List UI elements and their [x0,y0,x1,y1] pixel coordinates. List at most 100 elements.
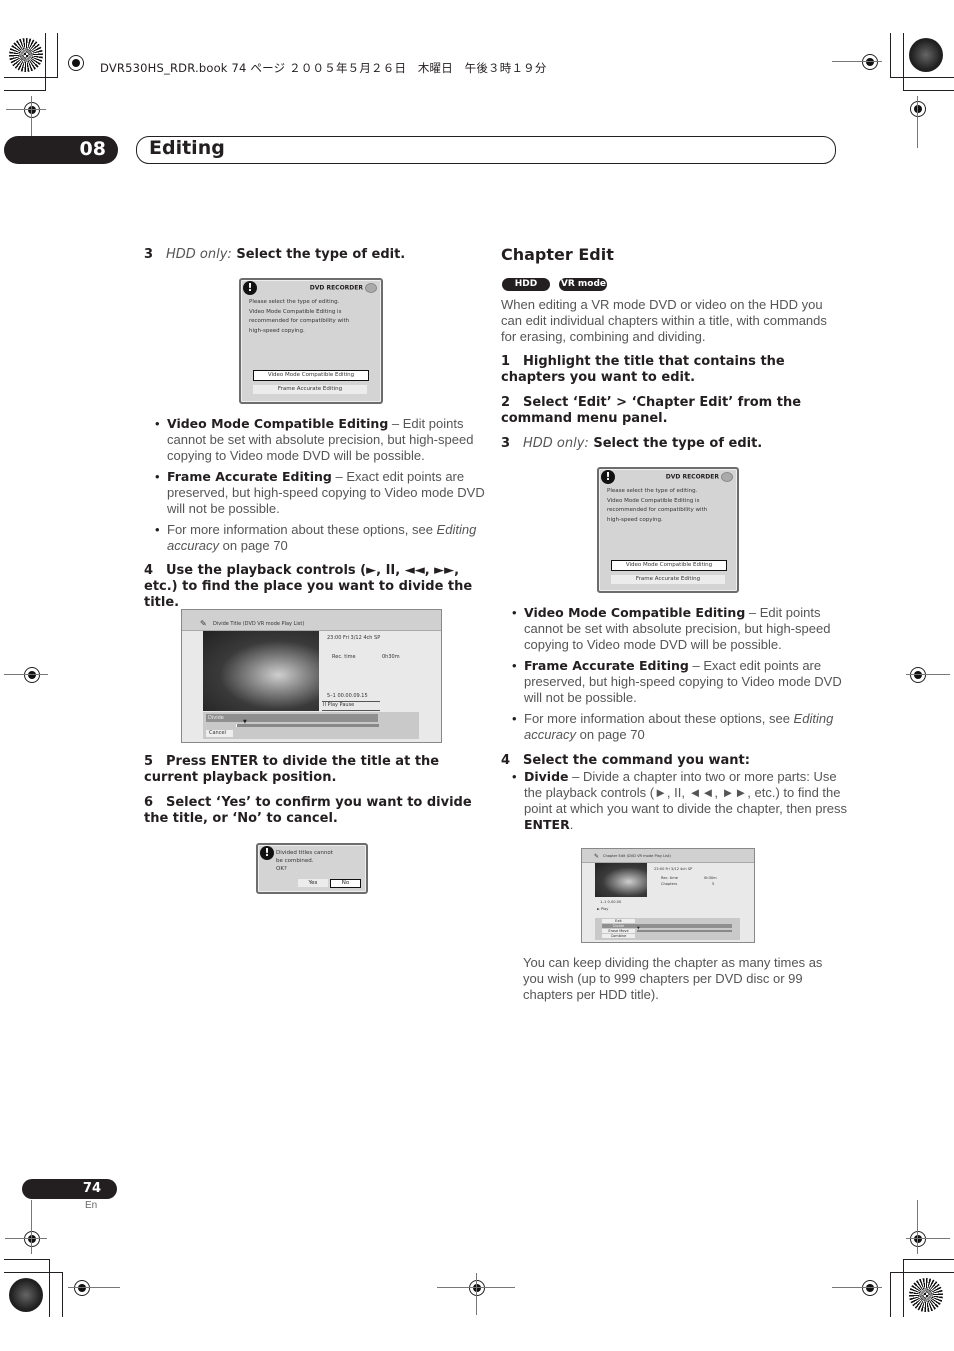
right-step-1: 1 Highlight the title that contains the c… [501,354,785,385]
crop-mark [890,1272,954,1273]
video-preview [595,863,647,897]
playback-position: 1–1 0.00.00 [600,900,622,904]
recording-info: 23:00 Fri 3/12 4ch SP [654,867,693,871]
step-text: Select the type of edit. [236,247,406,262]
screen-title: Divide Title (DVD VR mode Play List) [213,621,305,627]
language-label: En [85,1200,98,1211]
registration-mark [74,1280,90,1296]
crop-mark [49,1259,50,1317]
crop-mark [62,1272,63,1317]
chapter-number: 08 [79,138,106,160]
rec-time-value: 0h30m [382,654,400,660]
intro-paragraph: When editing a VR mode DVD or video on t… [501,297,827,344]
left-step-5: 5 Press ENTER to divide the title at the … [144,754,440,785]
step-number: 3 [144,247,154,262]
crop-line [917,1200,918,1254]
crop-mark [903,1259,954,1260]
registration-mark [24,102,40,118]
warning-icon: ! [243,281,257,295]
section-heading-chapter-edit: Chapter Edit [501,245,614,264]
menu-erase-move[interactable]: Erase Move [602,929,635,933]
registration-mark [910,101,926,117]
page-number: 74 [82,1181,101,1196]
menu-exit[interactable]: Exit [602,919,635,923]
confirm-divide-dialog: ! Divided titles cannot be combined. OK?… [256,843,368,894]
crop-line [832,1287,882,1288]
crop-mark [4,1259,50,1260]
crop-line [906,674,950,675]
warning-icon: ! [601,470,615,484]
screen-title: Chapter Edit (DVD VR mode Play List) [603,854,671,858]
timeline-bar[interactable]: ▼ [637,926,732,932]
page-number-tab: 74 [22,1179,117,1199]
playhead-marker: ▼ [637,926,640,930]
crop-line [4,674,48,675]
menu-divide[interactable]: Divide [602,924,732,928]
playhead-marker: ▼ [243,719,247,725]
menu-cancel[interactable]: Cancel [206,730,233,737]
chapter-title: Editing [149,137,225,159]
option-video-mode-compatible[interactable]: Video Mode Compatible Editing [611,560,727,571]
command-bullets: Divide – Divide a chapter into two or mo… [502,769,858,838]
crop-mark [890,1272,891,1317]
divide-title-screen: ✎ Divide Title (DVD VR mode Play List) 2… [181,609,442,743]
crop-line [6,109,46,110]
crop-mark [57,33,58,78]
bullet-more-info: For more information about these options… [155,522,499,554]
dialog-header: DVD RECORDER [666,472,733,482]
rec-time-label: Rec. time [661,876,678,880]
bullet-video-mode: Video Mode Compatible Editing – Edit poi… [155,416,499,464]
crop-mark [4,77,58,78]
left-step-3: 3 HDD only: Select the type of edit. [144,247,478,263]
recording-info: 23:00 Fri 3/12 4ch SP [327,635,381,641]
edit-type-dialog-2: ! DVD RECORDER Please select the type of… [597,467,739,593]
edit-type-dialog: ! DVD RECORDER Please select the type of… [239,278,383,404]
crop-mark [903,1259,904,1317]
disc-icon [365,283,377,293]
disc-icon [721,472,733,482]
menu-combine[interactable]: Combine [602,934,635,938]
badges: HDD VR mode [502,273,608,291]
warning-icon: ! [260,846,274,860]
crop-mark [903,33,904,91]
play-status: II Play Pause [323,702,355,708]
crop-mark [4,90,46,91]
playback-position: 5–1 00.00.09.15 [327,693,368,699]
chapters-label: Chapters [661,882,678,886]
chapters-value: 5 [712,882,715,886]
registration-disc-bottom-left [9,1278,43,1312]
chapter-edit-screen: ✎ Chapter Edit (DVD VR mode Play List) 2… [581,848,755,943]
rec-time-value: 0h30m [704,876,717,880]
badge-vr-mode: VR mode [559,278,608,291]
registration-mark [469,1280,485,1296]
crop-line [832,61,882,62]
crop-mark [890,33,891,78]
option-video-mode-compatible[interactable]: Video Mode Compatible Editing [253,370,369,381]
left-step-4: 4 Use the playback controls (►, II, ◄◄, ►… [144,563,473,610]
edit-icon: ✎ [594,853,600,860]
dialog-message: Please select the type of editing. Video… [249,299,350,334]
dialog-header: DVD RECORDER [310,283,377,293]
right-step-3: 3 HDD only: Select the type of edit. [501,436,763,451]
option-frame-accurate[interactable]: Frame Accurate Editing [253,385,367,394]
registration-mark [68,55,84,71]
bullet-divide: Divide – Divide a chapter into two or mo… [512,769,858,833]
no-button[interactable]: No [330,879,361,888]
crop-mark [890,77,954,78]
option-frame-accurate[interactable]: Frame Accurate Editing [611,575,725,584]
badge-hdd: HDD [502,278,550,291]
status-line: II Play Pause [322,701,380,711]
timeline-bar[interactable]: ▼ [236,719,379,727]
chapter-title-bar: Editing [136,136,836,164]
yes-button[interactable]: Yes [298,879,328,887]
command-panel: Divide ▼ Cancel [203,712,419,739]
bullet-frame-accurate: Frame Accurate Editing – Exact edit poin… [512,658,856,706]
menu-divide[interactable]: Divide [206,714,378,722]
right-step-4: 4 Select the command you want: [501,753,750,768]
crop-line [5,1238,47,1239]
screen-title-bar: ✎ Chapter Edit (DVD VR mode Play List) [582,849,754,863]
registration-starburst-bottom-right [909,1278,943,1312]
left-step-6: 6 Select ‘Yes’ to confirm you want to div… [144,795,472,826]
bullet-frame-accurate: Frame Accurate Editing – Exact edit poin… [155,469,499,517]
dialog-message: Please select the type of editing. Video… [607,488,708,523]
